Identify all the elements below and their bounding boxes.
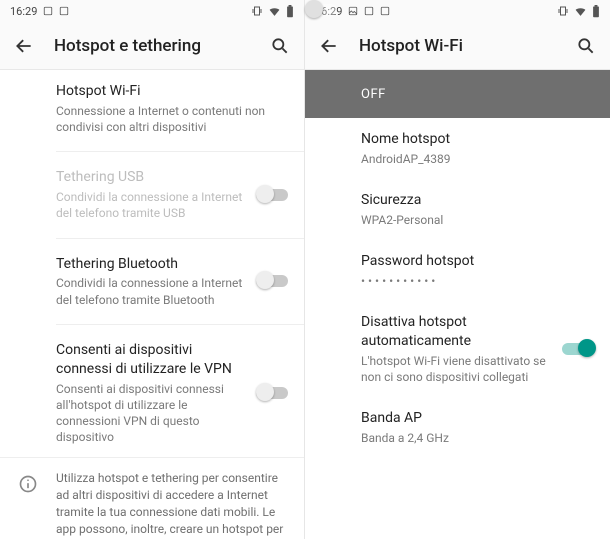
item-hotspot-name[interactable]: Nome hotspot AndroidAP_4389	[305, 118, 610, 179]
toggle-tethering-bluetooth[interactable]	[256, 271, 290, 291]
search-button[interactable]	[268, 34, 292, 58]
item-allow-vpn[interactable]: Consenti ai dispositivi connessi di util…	[0, 329, 304, 458]
pane-hotspot-tethering: 16:29 Hotspot e tethering	[0, 0, 305, 539]
item-subtitle: L'hotspot Wi-Fi viene disattivato se non…	[361, 353, 554, 385]
item-title: Consenti ai dispositivi connessi di util…	[56, 341, 248, 379]
screenshot-icon	[380, 6, 390, 16]
battery-icon	[286, 5, 294, 18]
item-subtitle: • • • • • • • • • • •	[361, 273, 594, 289]
vibrate-icon	[251, 5, 263, 17]
settings-list: Nome hotspot AndroidAP_4389 Sicurezza WP…	[305, 118, 610, 539]
divider	[56, 324, 304, 325]
divider	[56, 238, 304, 239]
item-subtitle: Condividi la connessione a Internet del …	[56, 275, 248, 307]
hotspot-master-switch-row[interactable]: OFF	[305, 70, 610, 118]
settings-list: Hotspot Wi-Fi Connessione a Internet o c…	[0, 70, 304, 539]
screenshot-icon	[43, 6, 53, 16]
back-button[interactable]	[317, 34, 341, 58]
status-bar: 16:29	[305, 0, 610, 22]
info-icon	[16, 472, 40, 496]
item-title: Sicurezza	[361, 191, 594, 210]
item-subtitle: Connessione a Internet o contenuti non c…	[56, 103, 288, 135]
back-button[interactable]	[12, 34, 36, 58]
info-footer: Utilizza hotspot e tethering per consent…	[0, 457, 304, 539]
page-title: Hotspot Wi-Fi	[359, 36, 556, 56]
vibrate-icon	[557, 5, 569, 17]
item-title: Password hotspot	[361, 252, 594, 271]
item-subtitle: Condividi la connessione a Internet del …	[56, 189, 248, 221]
toggle-hotspot-master[interactable]	[560, 84, 594, 104]
toggle-auto-off[interactable]	[562, 339, 596, 359]
battery-icon	[592, 5, 600, 18]
screenshot-icon	[364, 6, 374, 16]
info-text: Utilizza hotspot e tethering per consent…	[56, 470, 288, 539]
status-bar: 16:29	[0, 0, 304, 22]
item-auto-off[interactable]: Disattiva hotspot automaticamente L'hots…	[305, 301, 610, 397]
item-password[interactable]: Password hotspot • • • • • • • • • • •	[305, 240, 610, 301]
item-subtitle: Banda a 2,4 GHz	[361, 430, 594, 446]
pane-hotspot-wifi: 16:29 Hotspot Wi-Fi	[305, 0, 610, 539]
image-icon	[348, 6, 358, 16]
toggle-tethering-usb	[256, 185, 290, 205]
app-bar: Hotspot Wi-Fi	[305, 22, 610, 70]
hotspot-state-label: OFF	[361, 87, 386, 102]
status-time: 16:29	[10, 5, 37, 18]
app-bar: Hotspot e tethering	[0, 22, 304, 70]
item-hotspot-wifi[interactable]: Hotspot Wi-Fi Connessione a Internet o c…	[0, 70, 304, 147]
wifi-icon	[574, 5, 587, 18]
item-subtitle: AndroidAP_4389	[361, 151, 594, 167]
item-subtitle: Consenti ai dispositivi connessi all'hot…	[56, 381, 248, 446]
item-title: Disattiva hotspot automaticamente	[361, 313, 554, 351]
item-title: Banda AP	[361, 409, 594, 428]
item-title: Nome hotspot	[361, 130, 594, 149]
item-title: Hotspot Wi-Fi	[56, 82, 288, 101]
divider	[56, 151, 304, 152]
item-ap-band[interactable]: Banda AP Banda a 2,4 GHz	[305, 397, 610, 458]
item-subtitle: WPA2-Personal	[361, 212, 594, 228]
wifi-icon	[268, 5, 281, 18]
search-button[interactable]	[574, 34, 598, 58]
item-title: Tethering Bluetooth	[56, 255, 248, 274]
item-tethering-usb: Tethering USB Condividi la connessione a…	[0, 156, 304, 233]
item-tethering-bluetooth[interactable]: Tethering Bluetooth Condividi la conness…	[0, 243, 304, 320]
page-title: Hotspot e tethering	[54, 36, 250, 56]
item-title: Tethering USB	[56, 168, 248, 187]
item-security[interactable]: Sicurezza WPA2-Personal	[305, 179, 610, 240]
toggle-allow-vpn[interactable]	[256, 383, 290, 403]
screenshot-icon	[59, 6, 69, 16]
